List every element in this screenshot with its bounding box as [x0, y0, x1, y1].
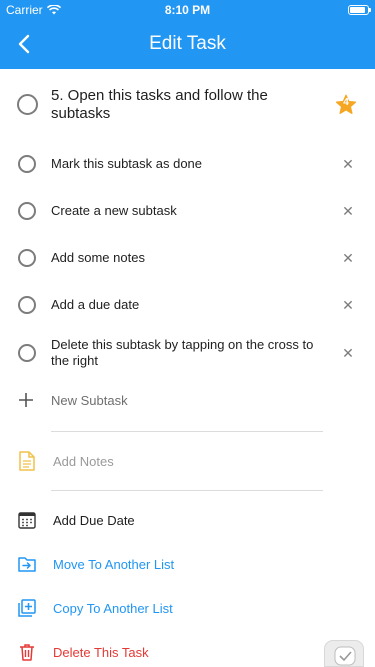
copy-icon	[18, 599, 36, 617]
calendar-icon	[18, 512, 36, 529]
move-to-list-label: Move To Another List	[53, 557, 175, 572]
subtask-label[interactable]: Mark this subtask as done	[51, 156, 321, 172]
task-complete-checkbox[interactable]	[17, 94, 38, 115]
delete-subtask-icon[interactable]: ✕	[342, 157, 354, 171]
assistive-touch-button[interactable]	[324, 640, 364, 667]
subtask-row: Mark this subtask as done ✕	[0, 142, 375, 186]
add-due-date-button[interactable]: Add Due Date	[0, 506, 375, 534]
subtask-label[interactable]: Add a due date	[51, 297, 321, 313]
subtask-row: Add some notes ✕	[0, 236, 375, 280]
notes-icon	[19, 451, 35, 471]
subtask-checkbox[interactable]	[18, 344, 36, 362]
subtask-row: Add a due date ✕	[0, 283, 375, 327]
subtask-row: Delete this subtask by tapping on the cr…	[0, 331, 375, 375]
priority-value: 4	[343, 97, 349, 108]
new-subtask-input[interactable]: New Subtask	[51, 393, 128, 408]
delete-subtask-icon[interactable]: ✕	[342, 298, 354, 312]
plus-icon	[19, 393, 33, 407]
add-due-date-label: Add Due Date	[53, 513, 135, 528]
status-bar: Carrier 8:10 PM	[0, 0, 375, 20]
delete-subtask-icon[interactable]: ✕	[342, 346, 354, 360]
trash-icon	[20, 644, 34, 661]
status-time: 8:10 PM	[164, 3, 211, 17]
divider	[51, 431, 323, 432]
subtask-checkbox[interactable]	[18, 155, 36, 173]
subtask-label[interactable]: Delete this subtask by tapping on the cr…	[51, 337, 321, 369]
move-folder-icon	[18, 557, 36, 572]
delete-subtask-icon[interactable]: ✕	[342, 204, 354, 218]
copy-to-list-label: Copy To Another List	[53, 601, 173, 616]
subtask-checkbox[interactable]	[18, 296, 36, 314]
delete-task-label: Delete This Task	[53, 645, 149, 660]
divider	[51, 490, 323, 491]
subtask-checkbox[interactable]	[18, 249, 36, 267]
add-notes-input[interactable]: Add Notes	[53, 454, 114, 469]
battery-icon	[348, 5, 371, 15]
delete-task-button[interactable]: Delete This Task	[0, 638, 375, 666]
delete-subtask-icon[interactable]: ✕	[342, 251, 354, 265]
subtask-row: Create a new subtask ✕	[0, 189, 375, 233]
header: Carrier 8:10 PM Edit Task	[0, 0, 375, 69]
task-title[interactable]: 5. Open this tasks and follow the subtas…	[51, 87, 301, 123]
subtask-label[interactable]: Add some notes	[51, 250, 321, 266]
home-button-icon	[334, 646, 356, 666]
subtask-checkbox[interactable]	[18, 202, 36, 220]
battery-level	[350, 7, 366, 13]
page-title: Edit Task	[149, 33, 226, 54]
task-row: 5. Open this tasks and follow the subtas…	[0, 80, 375, 132]
notes-row[interactable]: Add Notes	[0, 448, 375, 474]
subtask-label[interactable]: Create a new subtask	[51, 203, 321, 219]
new-subtask-row[interactable]: New Subtask	[0, 386, 375, 414]
move-to-list-button[interactable]: Move To Another List	[0, 550, 375, 578]
copy-to-list-button[interactable]: Copy To Another List	[0, 594, 375, 622]
